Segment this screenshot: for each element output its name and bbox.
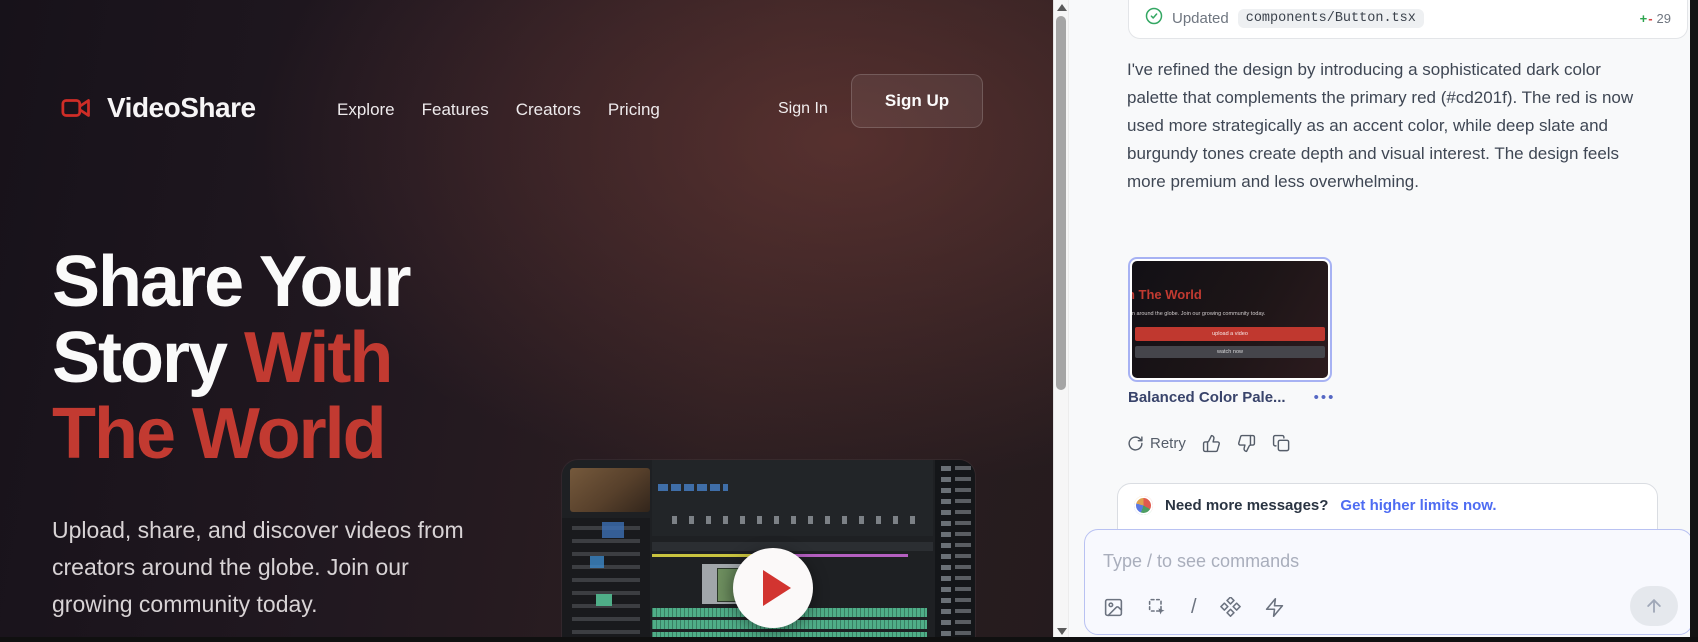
thumb-secondary-button: watch now: [1135, 346, 1325, 358]
hero-title-accent2: The World: [52, 394, 385, 474]
editor-file-list: [935, 460, 975, 642]
brand-logo[interactable]: VideoShare: [57, 92, 256, 124]
thumbs-up-button[interactable]: [1202, 434, 1221, 453]
assistant-message: I've refined the design by introducing a…: [1127, 56, 1634, 196]
vertical-scrollbar[interactable]: [1053, 0, 1069, 642]
editor-toolbar: [652, 460, 933, 536]
file-update-card[interactable]: Updated components/Button.tsx +-29: [1128, 0, 1688, 39]
app-window: VideoShare Explore Features Creators Pri…: [0, 0, 1698, 642]
limits-text: Need more messages?: [1165, 497, 1328, 514]
thumb-heading: h The World: [1132, 287, 1202, 302]
scroll-up-arrow[interactable]: [1057, 4, 1067, 11]
design-attachment-card[interactable]: h The World ation around the globe. Join…: [1128, 257, 1332, 382]
hero-subtitle: Upload, share, and discover videos from …: [52, 512, 464, 623]
thumb-primary-button: upload a video: [1135, 327, 1325, 341]
hero-video-thumbnail[interactable]: [562, 460, 975, 642]
editor-clip-blue2: [590, 556, 604, 568]
attachment-meta: Balanced Color Pale... •••: [1128, 389, 1408, 406]
editor-timeline-ruler: [652, 542, 933, 551]
editor-transport-controls: [672, 516, 915, 524]
editor-clip-blue: [602, 522, 624, 538]
design-thumbnail: h The World ation around the globe. Join…: [1132, 261, 1328, 378]
site-preview-pane: VideoShare Explore Features Creators Pri…: [0, 0, 1053, 642]
select-element-icon[interactable]: [1147, 597, 1168, 618]
slash-command-icon[interactable]: /: [1191, 596, 1197, 619]
check-circle-icon: [1145, 7, 1163, 30]
usage-pie-icon: [1134, 496, 1153, 515]
attachment-title: Balanced Color Pale...: [1128, 389, 1286, 406]
input-toolbar: /: [1103, 596, 1285, 619]
chat-input-box: /: [1084, 529, 1690, 635]
send-button[interactable]: [1630, 586, 1678, 626]
thumb-subtext: ation around the globe. Join our growing…: [1132, 311, 1265, 317]
video-camera-icon: [57, 93, 95, 123]
components-icon[interactable]: [1220, 597, 1241, 618]
retry-button[interactable]: Retry: [1127, 435, 1186, 452]
play-button[interactable]: [733, 548, 813, 628]
brand-name: VideoShare: [107, 92, 256, 124]
chat-panel: Updated components/Button.tsx +-29 I've …: [1069, 0, 1690, 642]
nav-links: Explore Features Creators Pricing: [337, 100, 660, 120]
image-attach-icon[interactable]: [1103, 597, 1124, 618]
site-navbar: VideoShare Explore Features Creators Pri…: [0, 92, 1053, 172]
quick-actions-icon[interactable]: [1264, 597, 1285, 618]
attachment-menu-button[interactable]: •••: [1314, 389, 1336, 406]
sign-up-button[interactable]: Sign Up: [851, 74, 983, 128]
editor-preview-image: [570, 468, 650, 512]
nav-link-features[interactable]: Features: [422, 100, 489, 120]
chat-input[interactable]: [1103, 546, 1533, 576]
sign-in-link[interactable]: Sign In: [778, 100, 828, 118]
thumbs-down-button[interactable]: [1237, 434, 1256, 453]
status-label: Updated: [1172, 10, 1229, 27]
copy-button[interactable]: [1272, 434, 1291, 453]
hero-title-accent: With: [244, 318, 391, 398]
nav-link-creators[interactable]: Creators: [516, 100, 581, 120]
limits-upgrade-link[interactable]: Get higher limits now.: [1340, 497, 1496, 514]
refresh-icon: [1127, 435, 1144, 452]
scrollbar-thumb[interactable]: [1056, 16, 1066, 390]
nav-link-explore[interactable]: Explore: [337, 100, 395, 120]
hero-title: Share Your Story With The World: [52, 244, 532, 472]
file-path-chip: components/Button.tsx: [1238, 9, 1424, 28]
editor-clip-teal: [596, 594, 612, 606]
window-edge-bottom: [0, 637, 1698, 642]
nav-link-pricing[interactable]: Pricing: [608, 100, 660, 120]
diff-stats: +-29: [1640, 11, 1671, 26]
editor-marker-pink: [780, 554, 908, 557]
play-icon: [763, 570, 791, 606]
message-actions: Retry: [1127, 434, 1291, 453]
scroll-down-arrow[interactable]: [1057, 628, 1067, 635]
window-edge-right: [1690, 0, 1698, 642]
